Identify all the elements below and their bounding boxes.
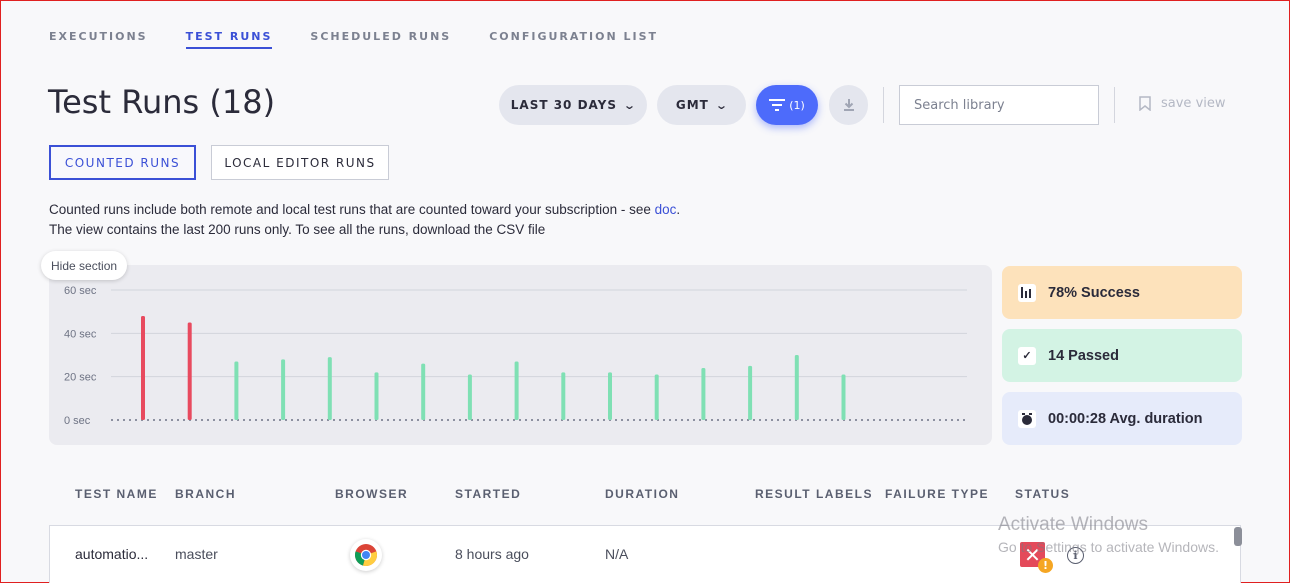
chart-bar[interactable]	[748, 365, 753, 420]
chart-bar[interactable]	[374, 372, 379, 420]
tab-executions[interactable]: EXECUTIONS	[49, 30, 148, 49]
info-line-1-suffix: .	[676, 202, 681, 217]
chart-bar[interactable]	[794, 355, 799, 420]
download-icon	[843, 99, 854, 111]
chart-bar[interactable]	[701, 368, 706, 420]
doc-link[interactable]: doc	[655, 202, 677, 217]
passed-count-text: 14 Passed	[1048, 347, 1119, 364]
timezone-dropdown[interactable]: GMT ⌄	[657, 85, 746, 125]
row-duration: N/A	[605, 546, 629, 562]
info-line-2: The view contains the last 200 runs only…	[49, 222, 546, 237]
check-icon: ✓	[1018, 346, 1036, 365]
date-range-dropdown[interactable]: LAST 30 DAYS ⌄	[499, 85, 647, 125]
column-branch[interactable]: BRANCH	[175, 487, 236, 501]
y-tick-label: 0 sec	[64, 415, 91, 427]
top-nav: EXECUTIONS TEST RUNS SCHEDULED RUNS CONF…	[49, 30, 696, 49]
search-input[interactable]	[899, 85, 1099, 125]
column-result-labels[interactable]: RESULT LABELS	[755, 487, 873, 501]
chart-bar[interactable]	[187, 322, 192, 421]
chart-bar[interactable]	[234, 361, 239, 421]
chart-bar[interactable]	[467, 374, 472, 421]
filter-icon	[769, 99, 786, 111]
y-tick-label: 40 sec	[64, 328, 97, 340]
column-test-name[interactable]: TEST NAME	[75, 487, 158, 501]
chrome-icon	[350, 539, 382, 571]
success-rate-card: 78% Success	[1002, 266, 1242, 319]
toolbar-divider	[1114, 87, 1115, 123]
tab-scheduled-runs[interactable]: SCHEDULED RUNS	[310, 30, 451, 49]
row-started: 8 hours ago	[455, 546, 529, 562]
column-duration[interactable]: DURATION	[605, 487, 679, 501]
warning-icon: !	[1038, 558, 1053, 573]
column-status[interactable]: STATUS	[1015, 487, 1070, 501]
hide-section-button[interactable]: Hide section	[41, 251, 128, 280]
chart-bar[interactable]	[281, 359, 286, 420]
filter-count: (1)	[789, 98, 805, 112]
toolbar-divider	[883, 87, 884, 123]
info-line-1: Counted runs include both remote and loc…	[49, 200, 680, 220]
avg-duration-text: 00:00:28 Avg. duration	[1048, 410, 1203, 427]
chart-bar[interactable]	[327, 357, 332, 420]
windows-activation-watermark-text: Go to Settings to activate Windows.	[998, 539, 1219, 555]
filter-button[interactable]: (1)	[756, 85, 818, 125]
info-line-1-text: Counted runs include both remote and loc…	[49, 202, 655, 217]
timezone-label: GMT	[675, 98, 709, 112]
chart-bar[interactable]	[654, 374, 659, 421]
chart-bar[interactable]	[561, 372, 566, 420]
date-range-label: LAST 30 DAYS	[510, 98, 618, 112]
avg-duration-card: 00:00:28 Avg. duration	[1002, 392, 1242, 445]
duration-chart: 0 sec 20 sec 40 sec 60 sec	[64, 285, 967, 427]
chart-bar[interactable]	[514, 361, 519, 421]
chevron-down-icon: ⌄	[714, 98, 730, 112]
column-browser[interactable]: BROWSER	[335, 487, 408, 501]
bar-chart-icon	[1018, 283, 1036, 302]
chart-bar[interactable]	[608, 372, 612, 420]
chevron-down-icon: ⌄	[622, 98, 638, 112]
counted-runs-button[interactable]: COUNTED RUNS	[49, 145, 196, 180]
tab-test-runs[interactable]: TEST RUNS	[185, 30, 273, 49]
chart-bar[interactable]	[421, 363, 426, 420]
clock-icon	[1018, 409, 1036, 428]
row-branch: master	[175, 546, 218, 562]
local-editor-runs-button[interactable]: LOCAL EDITOR RUNS	[211, 145, 389, 180]
success-rate-text: 78% Success	[1048, 284, 1140, 301]
scrollbar-thumb[interactable]	[1234, 527, 1242, 546]
save-view-label: save view	[1161, 96, 1226, 111]
windows-activation-watermark-title: Activate Windows	[998, 514, 1148, 535]
chart-bar[interactable]	[841, 374, 846, 421]
column-started[interactable]: STARTED	[455, 487, 521, 501]
column-failure-type[interactable]: FAILURE TYPE	[885, 487, 989, 501]
download-button[interactable]	[829, 85, 868, 125]
page-title: Test Runs (18)	[48, 83, 276, 121]
bookmark-icon	[1139, 96, 1151, 111]
table-header: TEST NAME BRANCH BROWSER STARTED DURATIO…	[1, 487, 1290, 503]
chart-bar[interactable]	[141, 316, 145, 420]
info-text: Counted runs include both remote and loc…	[49, 200, 680, 240]
row-test-name[interactable]: automatio...	[75, 546, 148, 562]
y-tick-label: 60 sec	[64, 285, 97, 297]
tab-configuration-list[interactable]: CONFIGURATION LIST	[489, 30, 658, 49]
y-tick-label: 20 sec	[64, 372, 97, 384]
save-view-button[interactable]: save view	[1139, 96, 1226, 111]
passed-count-card: ✓ 14 Passed	[1002, 329, 1242, 382]
